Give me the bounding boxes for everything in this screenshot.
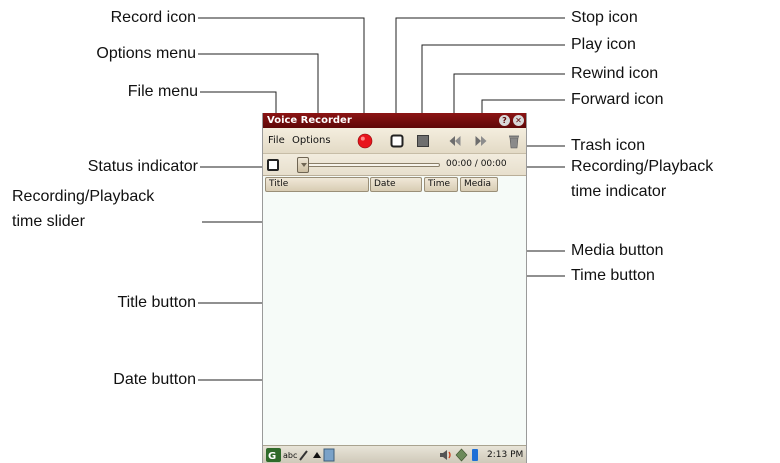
date-button[interactable]: Date bbox=[370, 177, 422, 192]
callout-status-indicator: Status indicator bbox=[87, 158, 198, 175]
callout-time-slider-line1: Recording/Playback bbox=[12, 188, 155, 205]
callout-file-menu: File menu bbox=[127, 83, 198, 100]
time-slider-thumb[interactable] bbox=[297, 157, 309, 173]
callout-record-icon: Record icon bbox=[110, 9, 196, 26]
callout-options-menu: Options menu bbox=[96, 45, 196, 62]
stop-icon[interactable] bbox=[389, 133, 405, 149]
options-menu[interactable]: Options bbox=[292, 135, 331, 147]
app-icon[interactable] bbox=[323, 448, 335, 462]
callout-time-indicator-line2: time indicator bbox=[571, 183, 667, 200]
speaker-icon[interactable] bbox=[439, 448, 453, 462]
play-icon[interactable] bbox=[415, 133, 431, 149]
callout-time-indicator-line1: Recording/Playback bbox=[571, 158, 714, 175]
callout-trash-icon: Trash icon bbox=[571, 137, 646, 154]
help-icon[interactable]: ? bbox=[499, 115, 510, 126]
rewind-icon[interactable] bbox=[447, 133, 463, 149]
window-title: Voice Recorder bbox=[267, 115, 352, 126]
time-indicator: 00:00 / 00:00 bbox=[446, 159, 507, 169]
close-icon[interactable]: ✕ bbox=[513, 115, 524, 126]
keyboard-mode-text[interactable]: abc bbox=[283, 451, 297, 461]
callout-date-button: Date button bbox=[113, 371, 196, 388]
pen-icon[interactable] bbox=[299, 449, 309, 461]
callout-play-icon: Play icon bbox=[571, 36, 636, 53]
callout-forward-icon: Forward icon bbox=[571, 91, 664, 108]
start-menu-icon[interactable]: G bbox=[266, 448, 281, 462]
toolbar: File Options bbox=[263, 128, 526, 154]
title-button[interactable]: Title bbox=[265, 177, 369, 192]
trash-icon[interactable] bbox=[506, 133, 522, 149]
media-button[interactable]: Media bbox=[460, 177, 498, 192]
voice-recorder-window: Voice Recorder ? ✕ File Options 00:00 / … bbox=[262, 113, 527, 463]
forward-icon[interactable] bbox=[473, 133, 489, 149]
callout-rewind-icon: Rewind icon bbox=[571, 65, 659, 82]
triangle-up-icon[interactable] bbox=[313, 451, 321, 459]
status-indicator bbox=[267, 159, 279, 171]
file-menu[interactable]: File bbox=[268, 135, 285, 147]
svg-text:G: G bbox=[268, 451, 276, 462]
callout-media-button: Media button bbox=[571, 242, 664, 259]
network-icon[interactable] bbox=[455, 448, 468, 462]
record-icon[interactable] bbox=[357, 133, 373, 149]
time-button[interactable]: Time bbox=[424, 177, 458, 192]
battery-icon bbox=[472, 449, 478, 461]
playback-row: 00:00 / 00:00 bbox=[263, 154, 526, 176]
callout-time-button: Time button bbox=[571, 267, 655, 284]
time-slider-track[interactable] bbox=[299, 163, 440, 167]
column-headers: Title Date Time Media bbox=[263, 176, 526, 193]
callout-time-slider-line2: time slider bbox=[12, 213, 85, 230]
window-title-bar: Voice Recorder ? ✕ bbox=[263, 113, 526, 128]
callout-title-button: Title button bbox=[117, 294, 196, 311]
callout-stop-icon: Stop icon bbox=[571, 9, 638, 26]
system-status-bar: G abc 2:13 PM bbox=[263, 445, 526, 463]
clock: 2:13 PM bbox=[487, 450, 524, 460]
